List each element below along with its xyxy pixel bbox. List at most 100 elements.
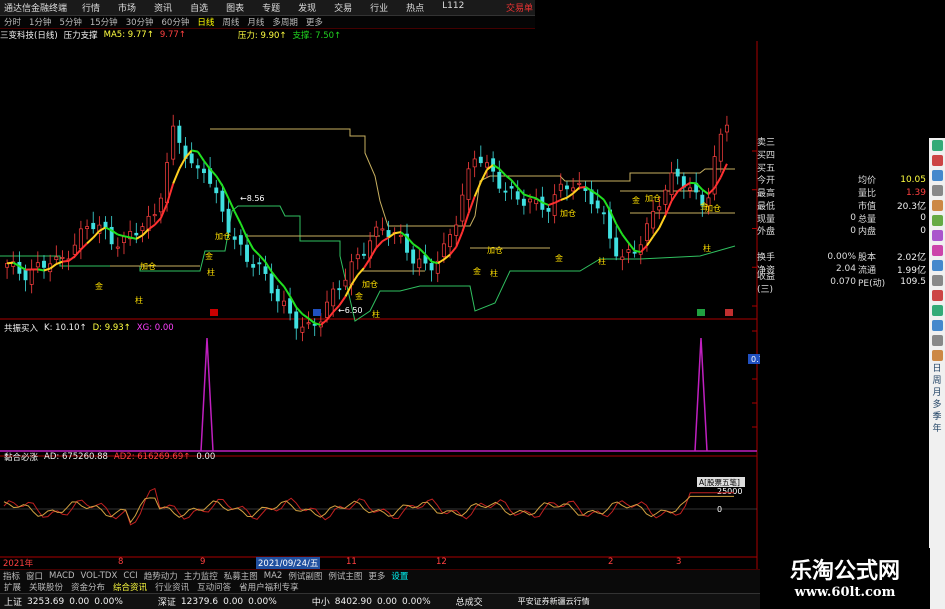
setting-icon[interactable] (931, 320, 943, 331)
period-30min[interactable]: 30分钟 (122, 16, 158, 28)
indicator-tab[interactable]: VOL-TDX (78, 571, 121, 581)
menu-item-markets[interactable]: 市场 (109, 1, 145, 14)
extension-tab[interactable]: 行业资讯 (151, 581, 193, 593)
indicator-tab[interactable]: MACD (46, 571, 77, 581)
alert-icon[interactable] (931, 155, 943, 166)
indicator-tab[interactable]: 例试主图 (325, 570, 365, 582)
candle-body (361, 253, 366, 256)
extension-tab[interactable]: 扩展 (0, 581, 25, 593)
chart-area[interactable]: 9.008.508.007.507.00 金金金金金金金柱柱柱柱柱柱加仓加仓加仓… (0, 41, 760, 569)
annotation-zhu: 柱 (207, 267, 215, 277)
tool-icon[interactable] (931, 200, 943, 211)
indicator-tab[interactable]: 趋势动力 (141, 570, 181, 582)
extension-tab[interactable]: 省用户福利专享 (235, 581, 303, 593)
menu-item-discover[interactable]: 发现 (289, 1, 325, 14)
chart-icon[interactable] (931, 305, 943, 316)
candle-body (380, 228, 385, 231)
ma-segment (135, 234, 143, 240)
candle-body (454, 224, 459, 236)
low-price-marker: ←6.50 (338, 306, 363, 315)
quote-cell: 现量 (757, 214, 776, 225)
sidebar-month[interactable]: 月 (932, 387, 941, 399)
sz-index-value: 12379.6 (180, 596, 219, 607)
annotation-jin: 金 (473, 266, 481, 276)
quote-row: 外盘 0 内盘 0 (757, 225, 929, 238)
ma-segment (394, 231, 402, 235)
sub1-name[interactable]: 共振买入 (4, 322, 44, 334)
indicator-tab[interactable]: 主力监控 (181, 570, 221, 582)
date-label-year: 2021年 (3, 559, 34, 569)
indicator-tab[interactable]: 更多 (365, 570, 388, 582)
menu-item-industry[interactable]: 行业 (361, 1, 397, 14)
stock-name[interactable]: 三变科技(日线) (0, 29, 64, 41)
sidebar-year[interactable]: 年 (932, 423, 941, 435)
move-icon[interactable] (931, 245, 943, 256)
period-1min[interactable]: 1分钟 (25, 16, 55, 28)
candle-body (644, 223, 649, 241)
zx-index-name[interactable]: 中小 (282, 595, 335, 608)
period-weekly[interactable]: 周线 (218, 16, 243, 28)
flag-icon[interactable] (931, 290, 943, 301)
indicator-tab[interactable]: MA2 (261, 571, 286, 581)
period-intraday[interactable]: 分时 (0, 16, 25, 28)
candle-body (85, 226, 90, 229)
print-icon[interactable] (931, 335, 943, 346)
sidebar-week[interactable]: 周 (932, 375, 941, 387)
menu-item-market[interactable]: 行情 (73, 1, 109, 14)
quote-cell: 均价 (858, 176, 877, 187)
indicator-tab[interactable]: 例试副图 (285, 570, 325, 582)
export-icon[interactable] (931, 350, 943, 361)
layout-icon[interactable] (931, 185, 943, 196)
sh-index-pct: 0.00% (94, 596, 123, 607)
info-icon[interactable] (931, 275, 943, 286)
indicator-name[interactable]: 压力支撑 (64, 29, 104, 41)
draw-icon[interactable] (931, 215, 943, 226)
indicator-tab[interactable]: 窗口 (23, 570, 46, 582)
indicator-tab[interactable]: 设置 (388, 570, 411, 582)
extension-tab[interactable]: 综合资讯 (109, 581, 151, 593)
extension-tab[interactable]: 关联股份 (25, 581, 67, 593)
sh-index-value: 3253.69 (27, 596, 65, 607)
sidebar-day[interactable]: 日 (932, 363, 941, 375)
sh-index-name[interactable]: 上证 (0, 595, 27, 608)
candle-body (552, 194, 557, 216)
menu-item-l112[interactable]: L112 (433, 1, 473, 14)
sidebar-season[interactable]: 季 (932, 411, 941, 423)
period-monthly[interactable]: 月线 (243, 16, 268, 28)
grid-icon[interactable] (931, 140, 943, 151)
candle-body (441, 243, 446, 258)
period-60min[interactable]: 60分钟 (158, 16, 194, 28)
candle-body (669, 172, 674, 195)
indicator-tab[interactable]: 指标 (0, 570, 23, 582)
ma-segment (658, 214, 667, 229)
period-5min[interactable]: 5分钟 (55, 16, 85, 28)
list-icon[interactable] (931, 170, 943, 181)
menu-item-hot[interactable]: 热点 (397, 1, 433, 14)
candle-body (509, 186, 514, 189)
annotation-jiawei: 加仓 (215, 231, 231, 241)
rsi-icon[interactable] (931, 230, 943, 241)
menu-item-topic[interactable]: 专题 (253, 1, 289, 14)
extension-tab[interactable]: 互动问答 (193, 581, 235, 593)
status-bar: 上证 3253.69 0.00 0.00% 深证 12379.6 0.00 0.… (0, 593, 760, 609)
menu-item-trade[interactable]: 交易 (325, 1, 361, 14)
period-15min[interactable]: 15分钟 (86, 16, 122, 28)
quote-cell: 1.99亿 (896, 265, 926, 276)
menu-item-news[interactable]: 资讯 (145, 1, 181, 14)
menu-item-watchlist[interactable]: 自选 (181, 1, 217, 14)
period-daily[interactable]: 日线 (193, 16, 218, 28)
zoom-icon[interactable] (931, 260, 943, 271)
broker-trade-link[interactable]: 交易单 (506, 1, 533, 14)
candle-body (232, 236, 237, 240)
indicator-tab[interactable]: 私募主图 (221, 570, 261, 582)
extension-tab[interactable]: 资金分布 (67, 581, 109, 593)
period-more[interactable]: 更多 (302, 16, 327, 28)
menu-item-chart[interactable]: 图表 (217, 1, 253, 14)
period-multi[interactable]: 多周期 (268, 16, 302, 28)
sub2-name[interactable]: 黏合必涨 (4, 451, 44, 463)
candle-body (275, 288, 280, 302)
indicator-tab[interactable]: CCI (120, 571, 140, 581)
sz-index-name[interactable]: 深证 (128, 595, 181, 608)
ma-segment (603, 199, 611, 212)
sidebar-multi[interactable]: 多 (932, 399, 941, 411)
